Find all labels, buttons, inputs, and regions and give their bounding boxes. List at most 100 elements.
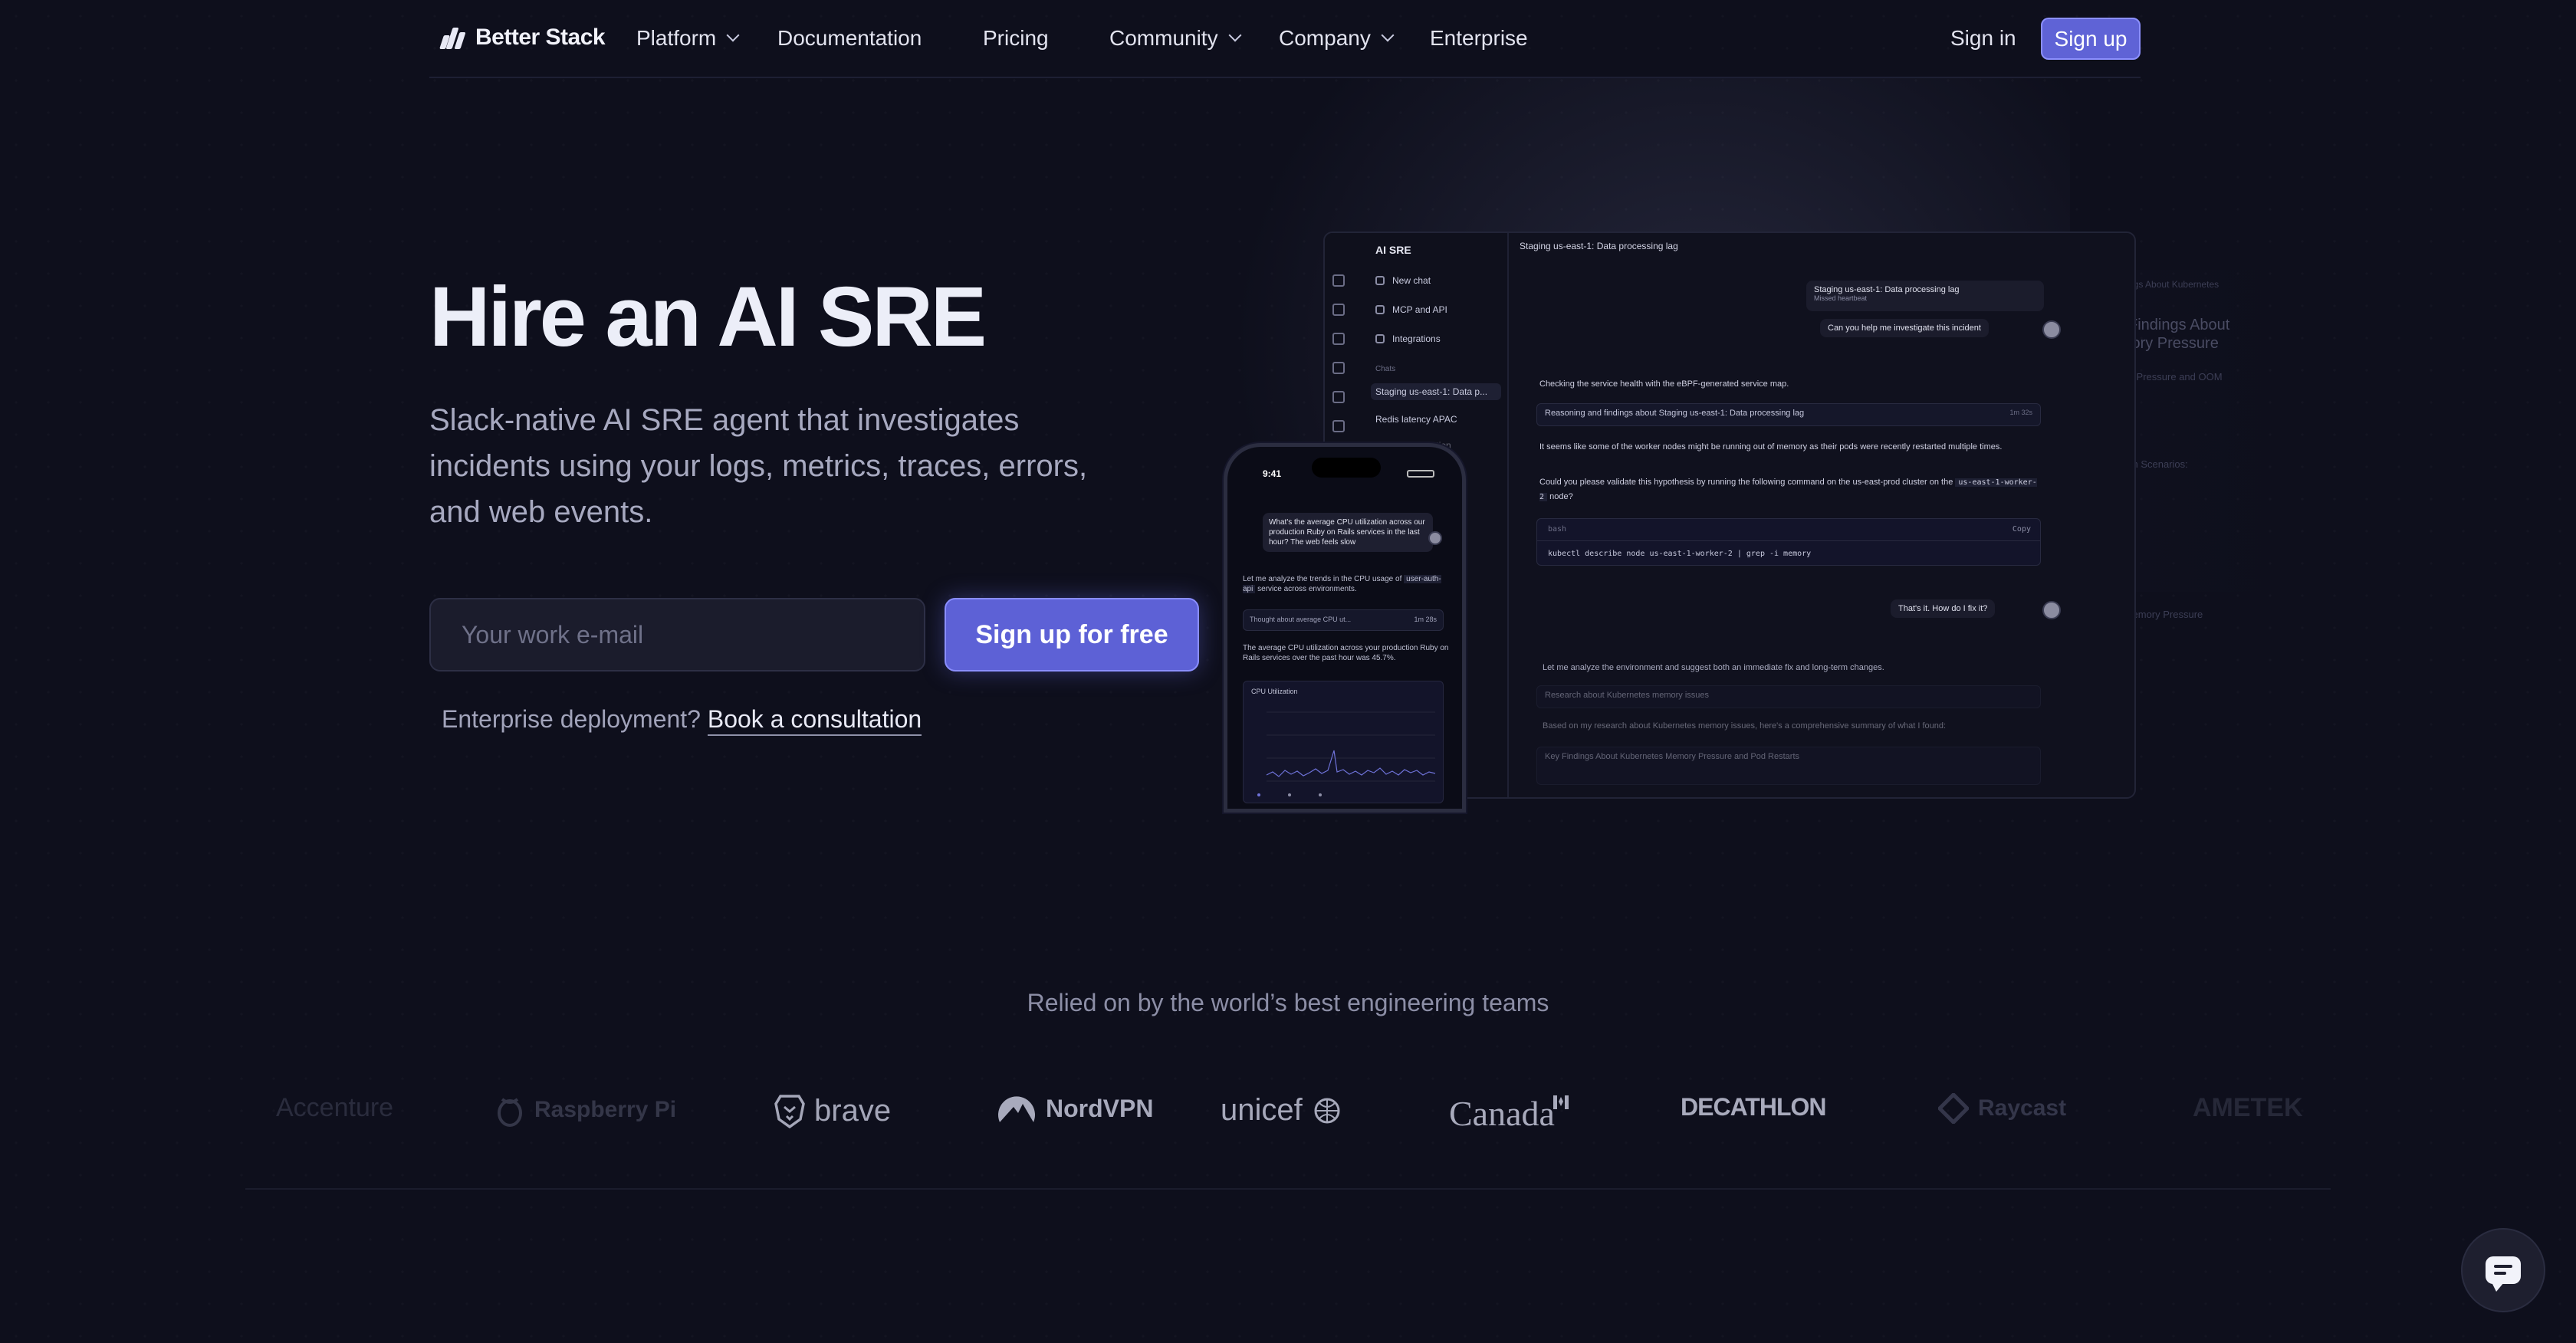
logo-text: Better Stack <box>475 25 606 50</box>
assistant-text: Checking the service health with the eBP… <box>1539 379 1789 389</box>
nav-pricing[interactable]: Pricing <box>983 26 1049 51</box>
hero-title: Hire an AI SRE <box>429 270 987 364</box>
customer-logos: Accenture Raspberry Pi brave NordVPN uni… <box>230 1081 2346 1142</box>
incident-subtitle: Missed heartbeat <box>1814 294 1868 302</box>
book-consultation-link[interactable]: Book a consultation <box>707 705 922 736</box>
sign-in-link[interactable]: Sign in <box>1950 26 2016 51</box>
raycast-icon <box>1938 1093 1969 1124</box>
hero-subtitle: Slack-native AI SRE agent that investiga… <box>429 403 1088 529</box>
nav-community[interactable]: Community <box>1109 26 1242 51</box>
phone-analyze: Let me analyze the trends in the CPU usa… <box>1243 575 1402 583</box>
sidebar-new-chat[interactable]: New chat <box>1375 275 1431 286</box>
logo-canada-text: Canada <box>1449 1094 1555 1133</box>
nav-documentation[interactable]: Documentation <box>777 26 922 51</box>
nav-company[interactable]: Company <box>1279 26 1395 51</box>
nav-enterprise-label: Enterprise <box>1430 26 1528 50</box>
assistant-text: It seems like some of the worker nodes m… <box>1539 442 2003 451</box>
sign-up-for-free-button[interactable]: Sign up for free <box>945 598 1199 672</box>
assistant-text: Let me analyze the environment and sugge… <box>1543 663 1884 672</box>
new-chat-icon <box>1375 276 1385 285</box>
raspberry-icon <box>498 1098 522 1127</box>
cpu-utilization-chart: CPU Utilization <box>1243 681 1444 803</box>
assistant-text: Could you please validate this hypothesi… <box>1539 475 2038 504</box>
logo-raycast: Raycast <box>1938 1093 2066 1124</box>
mcp-icon <box>1375 305 1385 314</box>
sign-up-button[interactable]: Sign up <box>2041 18 2141 60</box>
user-message: That's it. How do I fix it? <box>1891 599 1996 618</box>
nav-pricing-label: Pricing <box>983 26 1049 50</box>
sidebar-title: AI SRE <box>1375 244 1411 256</box>
better-stack-logo[interactable]: Better Stack <box>439 25 606 51</box>
live-chat-button[interactable] <box>2461 1228 2545 1312</box>
list-icon <box>1332 391 1345 403</box>
mockup-conversation: Staging us-east-1: Data processing lag S… <box>1509 233 2134 797</box>
nav-company-label: Company <box>1279 26 1371 50</box>
chart-icon <box>1332 420 1345 432</box>
validate-text-end: node? <box>1549 492 1573 501</box>
sidebar-mcp-api[interactable]: MCP and API <box>1375 304 1447 315</box>
phone-time: 9:41 <box>1263 468 1282 479</box>
logo-raspberry-pi: Raspberry Pi <box>495 1093 676 1127</box>
validate-text: Could you please validate this hypothesi… <box>1539 478 1953 487</box>
logo-ametek: AMETEK <box>2193 1093 2303 1123</box>
plus-icon <box>1332 304 1345 316</box>
code-command: kubectl describe node us-east-1-worker-2… <box>1548 550 1812 558</box>
user-avatar <box>2042 320 2061 339</box>
chevron-down-icon <box>726 28 740 42</box>
battery-icon <box>1407 470 1434 478</box>
logo-accenture: Accenture <box>276 1093 393 1123</box>
research-box[interactable]: Research about Kubernetes memory issues <box>1536 685 2041 708</box>
conversation-header: Staging us-east-1: Data processing lag <box>1520 241 1678 251</box>
phone-thought-label: Thought about average CPU ut... <box>1250 616 1352 623</box>
phone-avatar <box>1428 531 1442 545</box>
reasoning-label: Reasoning and findings about Staging us-… <box>1545 409 1805 418</box>
logo-accenture-text: Accenture <box>276 1093 394 1122</box>
nav-platform[interactable]: Platform <box>636 26 740 51</box>
integrations-label: Integrations <box>1392 333 1441 344</box>
phone-thought-box[interactable]: Thought about average CPU ut... 1m 28s <box>1243 609 1444 631</box>
email-input[interactable] <box>429 598 925 672</box>
top-navigation: Better Stack Platform Documentation Pric… <box>429 0 2141 78</box>
chat-item[interactable]: Staging us-east-1: Data p... <box>1371 383 1501 400</box>
phone-analyze-end: service across environments. <box>1257 585 1357 593</box>
home-icon <box>1332 274 1345 287</box>
new-chat-label: New chat <box>1392 275 1431 286</box>
reasoning-box[interactable]: Reasoning and findings about Staging us-… <box>1536 403 2041 426</box>
code-language: bash <box>1548 525 1567 534</box>
phone-notch <box>1312 458 1381 478</box>
chat-bubble-icon <box>2486 1256 2521 1292</box>
brave-lion-icon <box>774 1095 805 1128</box>
reasoning-time: 1m 32s <box>2009 409 2032 416</box>
integrations-icon <box>1375 334 1385 343</box>
chat-item[interactable]: Redis latency APAC <box>1371 411 1501 428</box>
key-findings-box[interactable]: Key Findings About Kubernetes Memory Pre… <box>1536 747 2041 785</box>
nordvpn-mountain-icon <box>998 1096 1035 1122</box>
better-stack-logo-icon <box>439 26 468 49</box>
mcp-label: MCP and API <box>1392 304 1447 315</box>
logo-unicef-text: unicef <box>1221 1093 1303 1127</box>
sidebar-integrations[interactable]: Integrations <box>1375 333 1441 344</box>
trust-title: Relied on by the world’s best engineerin… <box>1027 989 1549 1016</box>
logo-raspberry-pi-text: Raspberry Pi <box>534 1097 677 1122</box>
nav-platform-label: Platform <box>636 26 717 50</box>
chevron-down-icon <box>1381 28 1395 42</box>
copy-button[interactable]: Copy <box>2013 525 2031 534</box>
assistant-text: Based on my research about Kubernetes me… <box>1543 721 1947 731</box>
code-block: bash Copy kubectl describe node us-east-… <box>1536 518 2041 566</box>
logo-canada: Canada <box>1449 1093 1569 1134</box>
logo-decathlon: DECATHLON <box>1681 1093 1826 1121</box>
nav-enterprise[interactable]: Enterprise <box>1430 26 1528 51</box>
logo-nordvpn: NordVPN <box>997 1093 1153 1124</box>
phone-mockup: 9:41 What's the average CPU utilization … <box>1224 443 1466 813</box>
user-avatar <box>2042 601 2061 619</box>
chats-label: Chats <box>1375 365 1396 373</box>
chevron-down-icon <box>1228 28 1242 42</box>
canada-flag-icon <box>1552 1095 1569 1109</box>
logo-ametek-text: AMETEK <box>2193 1093 2303 1122</box>
user-message: Can you help me investigate this inciden… <box>1820 319 1989 337</box>
logo-raycast-text: Raycast <box>1978 1095 2067 1121</box>
enterprise-cta: Enterprise deployment? Book a consultati… <box>442 705 922 736</box>
logo-brave: brave <box>774 1093 891 1128</box>
phone-assistant-text: Let me analyze the trends in the CPU usa… <box>1243 574 1450 594</box>
code-divider <box>1537 540 2040 541</box>
